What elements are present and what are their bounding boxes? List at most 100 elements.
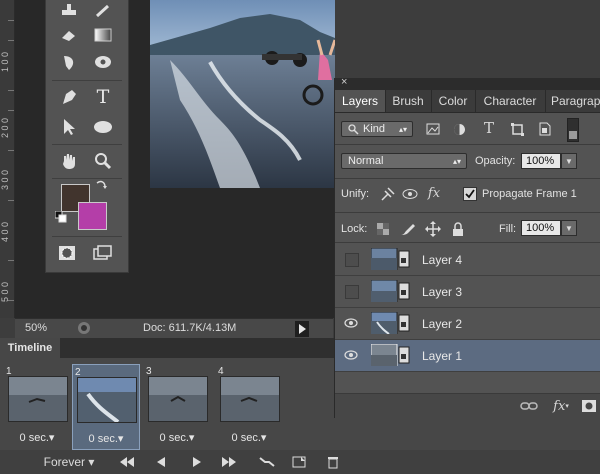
quick-mask-icon[interactable] (54, 242, 80, 264)
ruler-tick-label: 2 0 0 (0, 118, 10, 139)
lock-transparent-pixels-icon[interactable] (375, 221, 391, 237)
layers-panel-footer: fx ▾ (335, 393, 600, 419)
add-layer-style-icon[interactable]: fx ▾ (549, 397, 573, 415)
panel-title-bar[interactable]: × (335, 76, 600, 90)
filter-smart-object-icon[interactable] (537, 121, 553, 137)
filter-shape-icon[interactable] (509, 121, 525, 137)
visibility-toggle-empty[interactable] (345, 285, 359, 299)
zoom-level[interactable]: 50% (25, 322, 47, 334)
frame-delay-dropdown[interactable]: 0 sec.▾ (4, 431, 70, 444)
eye-icon[interactable] (344, 348, 358, 362)
hand-tool-icon[interactable] (56, 150, 82, 172)
eye-icon[interactable] (344, 316, 358, 330)
previous-frame-icon[interactable] (150, 453, 172, 471)
opacity-label: Opacity: (475, 155, 516, 167)
unify-label: Unify: (341, 188, 370, 200)
loop-options-dropdown[interactable]: Forever ▾ (40, 453, 98, 471)
history-brush-icon[interactable] (90, 0, 116, 22)
screen-mode-icon[interactable] (90, 242, 116, 264)
vertical-ruler: 1 0 0 2 0 0 3 0 0 4 0 0 5 0 0 (0, 0, 15, 318)
swap-colors-icon[interactable] (94, 178, 108, 192)
layer-thumbnail (370, 247, 411, 271)
fill-field[interactable]: 100% (521, 220, 561, 236)
layer-row[interactable]: Layer 2 (335, 308, 600, 340)
tween-icon[interactable] (256, 453, 278, 471)
default-colors-icon[interactable] (54, 210, 68, 224)
propagate-frame-label: Propagate Frame 1 (482, 188, 577, 200)
first-frame-icon[interactable] (116, 453, 138, 471)
type-tool-icon[interactable]: T (90, 86, 116, 108)
filter-kind-dropdown[interactable]: Kind ▴▾ (341, 121, 413, 137)
background-color-swatch[interactable] (78, 202, 107, 230)
layer-thumbnail (370, 279, 411, 303)
layer-thumbnail (370, 343, 411, 367)
delete-frame-icon[interactable] (322, 453, 344, 471)
next-frame-icon[interactable] (218, 453, 240, 471)
frame-delay-dropdown[interactable]: 0 sec.▾ (73, 432, 139, 445)
lock-position-icon[interactable] (425, 220, 441, 238)
blur-tool-icon[interactable] (56, 52, 82, 74)
document-size-info: Doc: 611.7K/4.13M (143, 322, 237, 334)
opacity-field[interactable]: 100% (521, 153, 561, 169)
filter-pixel-icon[interactable] (425, 121, 441, 137)
panel-tab-bar: Layers Brush Color Character Paragrap (335, 90, 600, 113)
tab-paragraph[interactable]: Paragrap (545, 90, 600, 112)
tab-timeline[interactable]: Timeline (0, 338, 60, 358)
link-layers-icon[interactable] (519, 399, 539, 413)
tools-panel: T (45, 0, 129, 273)
lock-image-pixels-icon[interactable] (399, 221, 417, 237)
ruler-tick-label: 3 0 0 (0, 170, 10, 191)
layer-row[interactable]: Layer 4 (335, 244, 600, 276)
frame-delay-dropdown[interactable]: 0 sec.▾ (144, 431, 210, 444)
opacity-dropdown-arrow[interactable]: ▼ (561, 153, 577, 169)
document-profile-icon[interactable] (77, 321, 91, 338)
pen-tool-icon[interactable] (56, 86, 82, 108)
frame-thumbnail (77, 377, 137, 423)
eraser-tool-icon[interactable] (56, 24, 82, 46)
play-icon[interactable] (186, 453, 208, 471)
ellipse-tool-icon[interactable] (90, 116, 116, 138)
layer-row-selected[interactable]: Layer 1 (335, 340, 600, 372)
ruler-tick-label: 1 0 0 (0, 52, 10, 73)
layer-name[interactable]: Layer 3 (422, 285, 462, 299)
status-menu-arrow-icon[interactable] (295, 321, 309, 337)
lock-all-icon[interactable] (451, 220, 465, 238)
filter-type-icon[interactable]: T (481, 119, 497, 137)
close-panel-icon[interactable]: × (341, 76, 347, 88)
frame-thumbnail (8, 376, 68, 422)
unify-style-icon[interactable]: fx (423, 183, 445, 203)
tab-character[interactable]: Character (475, 90, 546, 112)
timeline-frame[interactable]: 4 0 sec.▾ (216, 364, 282, 448)
path-selection-icon[interactable] (56, 116, 82, 138)
dodge-tool-icon[interactable] (90, 52, 116, 74)
unify-visibility-icon[interactable] (401, 185, 419, 203)
filter-adjustment-icon[interactable] (451, 121, 467, 137)
filter-toggle-switch[interactable] (567, 118, 579, 142)
unify-position-icon[interactable] (379, 185, 397, 203)
timeline-controls: Forever ▾ (0, 450, 600, 474)
duplicate-frame-icon[interactable] (288, 453, 310, 471)
layer-name[interactable]: Layer 2 (422, 317, 462, 331)
zoom-tool-icon[interactable] (90, 150, 116, 172)
timeline-frame[interactable]: 3 0 sec.▾ (144, 364, 210, 448)
tab-brush[interactable]: Brush (385, 90, 432, 112)
stamp-tool-icon[interactable] (56, 0, 82, 22)
layer-name[interactable]: Layer 4 (422, 253, 462, 267)
tab-color[interactable]: Color (431, 90, 476, 112)
visibility-toggle-empty[interactable] (345, 253, 359, 267)
lock-label: Lock: (341, 223, 368, 235)
propagate-frame-checkbox[interactable] (463, 187, 477, 201)
timeline-frame[interactable]: 1 0 sec.▾ (4, 364, 70, 448)
document-status-bar: 50% Doc: 611.7K/4.13M (15, 318, 333, 339)
layer-name[interactable]: Layer 1 (422, 349, 462, 363)
tab-layers[interactable]: Layers (335, 90, 386, 112)
timeline-frame-selected[interactable]: 2 0 sec.▾ (72, 364, 140, 450)
gradient-tool-icon[interactable] (90, 24, 116, 46)
frame-delay-dropdown[interactable]: 0 sec.▾ (216, 431, 282, 444)
document-canvas-image[interactable] (150, 0, 335, 188)
blend-mode-dropdown[interactable]: Normal ▴▾ (341, 153, 467, 169)
fill-dropdown-arrow[interactable]: ▼ (561, 220, 577, 236)
layer-row[interactable]: Layer 3 (335, 276, 600, 308)
fill-label: Fill: (499, 223, 517, 235)
add-mask-icon[interactable] (581, 399, 597, 413)
